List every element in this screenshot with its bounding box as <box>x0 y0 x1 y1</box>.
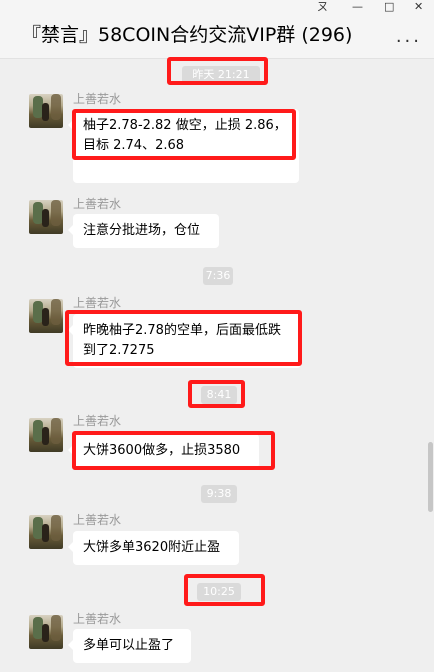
message-line: 目标 2.74、2.68 <box>83 138 185 153</box>
chat-header: ㄡ — □ ✕ 『禁言』58COIN合约交流VIP群 (296) ... <box>0 0 434 59</box>
sender-name: 上善若水 <box>73 513 122 527</box>
message-list[interactable]: 昨天 21:21 上善若水 柚子2.78-2.82 做空，止损 2.86， 目标… <box>0 57 434 672</box>
message-bubble[interactable]: 柚子2.78-2.82 做空，止损 2.86， 目标 2.74、2.68 <box>68 109 299 183</box>
message-line: 昨晚柚子2.78的空单，后面最低跌 <box>83 323 281 338</box>
sender-name: 上善若水 <box>73 197 122 211</box>
sender-name: 上善若水 <box>73 612 122 626</box>
avatar[interactable] <box>29 615 63 649</box>
sender-name: 上善若水 <box>73 296 122 310</box>
more-options-icon[interactable]: ... <box>396 26 422 47</box>
timestamp: 9:38 <box>201 485 237 503</box>
message-bubble[interactable]: 注意分批进场，仓位 <box>68 214 219 248</box>
timestamp: 昨天 21:21 <box>182 66 260 84</box>
pin-icon[interactable]: ㄡ <box>317 0 328 14</box>
avatar[interactable] <box>29 299 63 333</box>
timestamp: 8:41 <box>201 386 237 404</box>
minimize-button[interactable]: — <box>352 0 363 14</box>
chat-title: 『禁言』58COIN合约交流VIP群 (296) <box>22 24 353 46</box>
message-line: 柚子2.78-2.82 做空，止损 2.86， <box>83 118 287 133</box>
scrollbar[interactable] <box>428 442 433 512</box>
timestamp: 7:36 <box>203 267 233 285</box>
message-bubble[interactable]: 多单可以止盈了 <box>68 629 191 663</box>
avatar[interactable] <box>29 515 63 549</box>
message-bubble[interactable]: 昨晚柚子2.78的空单，后面最低跌 到了2.7275 <box>68 314 301 368</box>
avatar[interactable] <box>29 94 63 128</box>
message-line: 大饼多单3620附近止盈 <box>83 540 221 555</box>
message-bubble[interactable]: 大饼3600做多，止损3580 <box>68 434 259 468</box>
avatar[interactable] <box>29 200 63 234</box>
avatar[interactable] <box>29 418 63 452</box>
message-line: 多单可以止盈了 <box>83 638 175 653</box>
timestamp: 10:25 <box>197 583 241 601</box>
message-line: 到了2.7275 <box>83 343 155 358</box>
message-line: 注意分批进场，仓位 <box>83 223 201 238</box>
message-bubble[interactable]: 大饼多单3620附近止盈 <box>68 531 239 565</box>
sender-name: 上善若水 <box>73 414 122 428</box>
close-button[interactable]: ✕ <box>414 0 423 14</box>
sender-name: 上善若水 <box>73 92 122 106</box>
message-line: 大饼3600做多，止损3580 <box>83 443 241 458</box>
maximize-button[interactable]: □ <box>384 0 394 14</box>
